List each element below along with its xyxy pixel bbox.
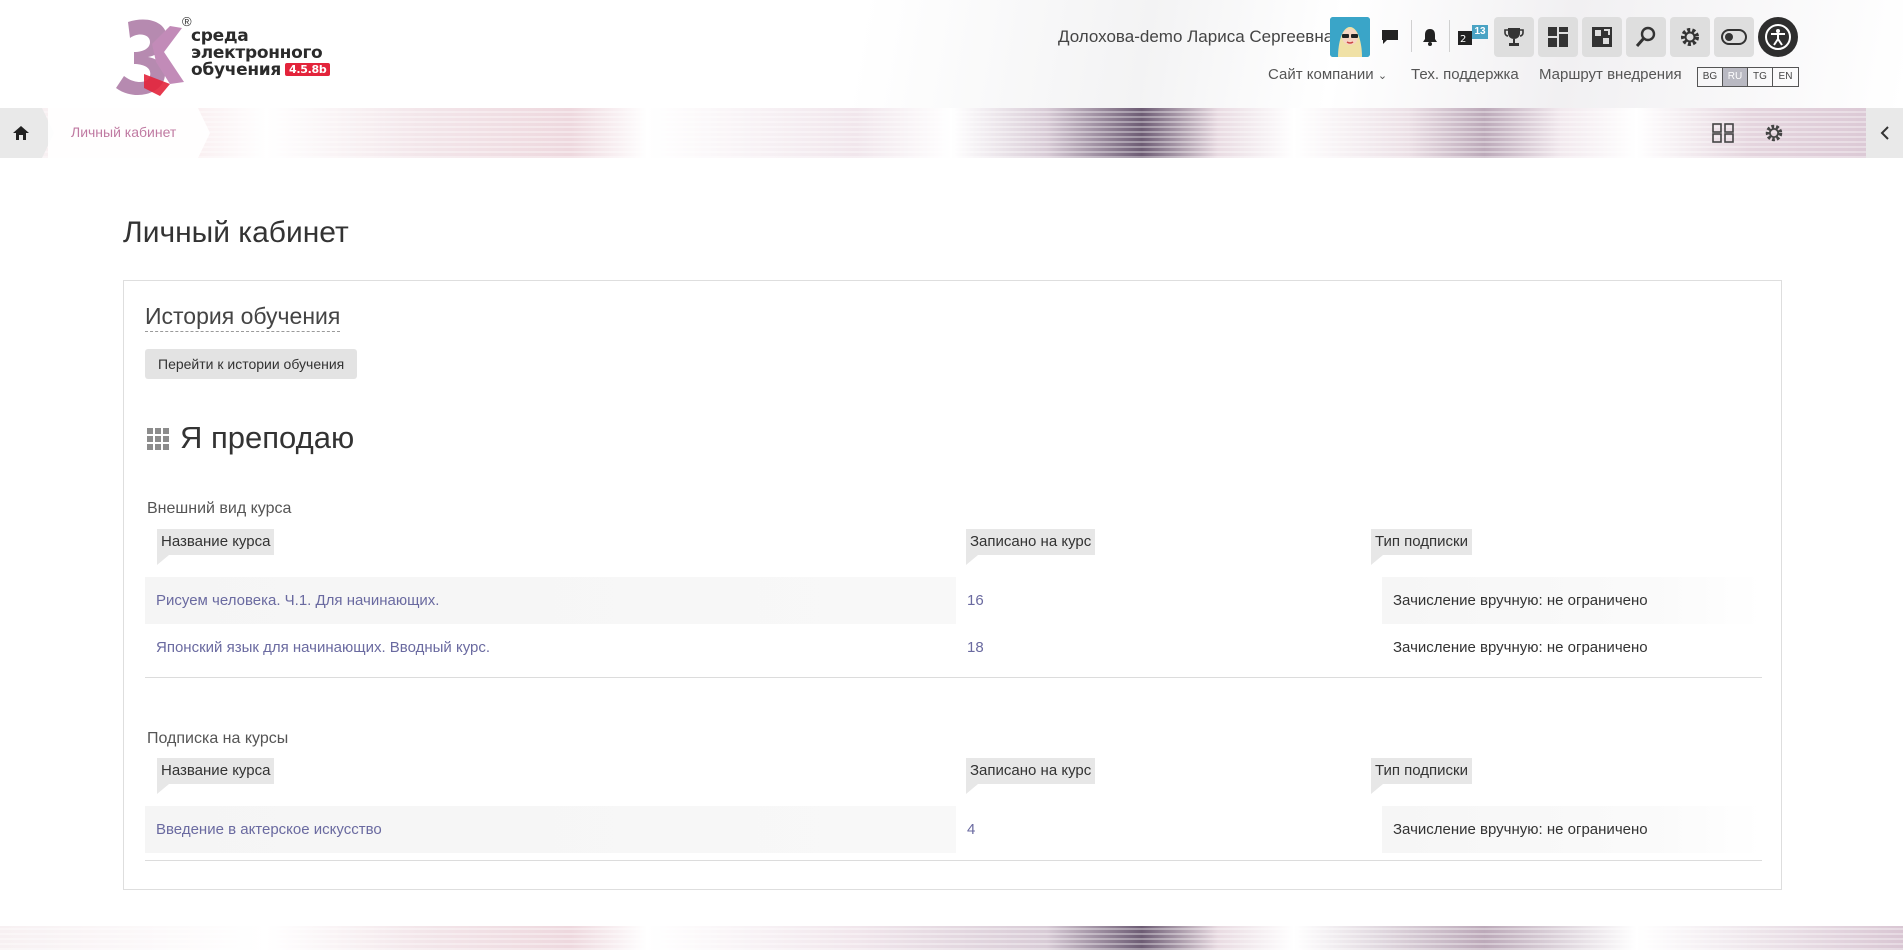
nav-company-site[interactable]: Сайт компании ⌄: [1268, 66, 1387, 83]
course-link[interactable]: Японский язык для начинающих. Вводный ку…: [145, 624, 956, 671]
lang-bg[interactable]: BG: [1698, 68, 1723, 86]
lang-ru[interactable]: RU: [1723, 68, 1748, 86]
toggle-icon: [1721, 29, 1747, 45]
bell-icon[interactable]: [1417, 24, 1443, 50]
nav-company-site-label: Сайт компании: [1268, 66, 1374, 83]
logo-line-3: обучения 4.5.8b: [191, 60, 331, 80]
column-header-course[interactable]: Название курса: [157, 529, 275, 565]
page-settings-button[interactable]: [1762, 121, 1786, 145]
user-name[interactable]: Долохова-demo Лариса Сергеевна: [1058, 27, 1333, 47]
gear-icon: [1681, 28, 1699, 46]
courses-icon: [1592, 27, 1612, 47]
trophy-icon: [1504, 28, 1524, 46]
breadcrumb: Личный кабинет: [0, 108, 1903, 158]
logo-text: среда электронного обучения 4.5.8b: [191, 28, 331, 80]
history-title[interactable]: История обучения: [145, 303, 341, 332]
subscription-type: Зачисление вручную: не ограничено: [1393, 639, 1648, 656]
page-title: Личный кабинет: [123, 216, 349, 249]
enrolled-count[interactable]: 18: [967, 624, 1362, 671]
achievements-button[interactable]: [1494, 17, 1534, 57]
footer-band: [0, 926, 1903, 950]
grid-icon: [147, 428, 169, 450]
avatar-image: [1330, 17, 1370, 57]
column-header-course[interactable]: Название курса: [157, 758, 275, 794]
course-link[interactable]: Рисуем человека. Ч.1. Для начинающих.: [145, 577, 956, 624]
version-badge: 4.5.8b: [285, 63, 331, 76]
theme-toggle[interactable]: [1714, 17, 1754, 57]
column-header-enrolled[interactable]: Записано на курс: [966, 758, 1096, 794]
logo[interactable]: ® среда электронного обучения 4.5.8b: [108, 14, 331, 96]
column-header-subscription[interactable]: Тип подписки: [1371, 758, 1473, 794]
go-to-history-button[interactable]: Перейти к истории обучения: [145, 349, 358, 379]
subscription-type: Зачисление вручную: не ограничено: [1382, 577, 1762, 624]
notification-badge: 13: [1472, 25, 1488, 39]
layout-icon: [1712, 123, 1734, 143]
block-label: Подписка на курсы: [147, 730, 289, 747]
lang-en[interactable]: EN: [1773, 68, 1798, 86]
table-divider: [145, 860, 1762, 861]
breadcrumb-current[interactable]: Личный кабинет: [71, 124, 176, 140]
column-header-enrolled[interactable]: Записано на курс: [966, 529, 1096, 565]
breadcrumb-arrow: [198, 108, 210, 158]
courses-button[interactable]: [1582, 17, 1622, 57]
block-label: Внешний вид курса: [147, 500, 292, 517]
column-header-subscription[interactable]: Тип подписки: [1371, 529, 1473, 565]
header-separator: [1411, 20, 1412, 52]
table-row: Рисуем человека. Ч.1. Для начинающих. 16…: [145, 577, 1762, 624]
subscription-type: Зачисление вручную: не ограничено: [1382, 806, 1762, 853]
table-row: Введение в актерское искусство 4 Зачисле…: [145, 806, 1762, 853]
enrolled-count[interactable]: 4: [967, 806, 1362, 853]
main-card: История обучения Перейти к истории обуче…: [123, 280, 1782, 890]
accessibility-button[interactable]: [1758, 17, 1798, 57]
settings-button[interactable]: [1670, 17, 1710, 57]
site-header: ® среда электронного обучения 4.5.8b Доло…: [0, 0, 1903, 108]
chevron-down-icon: ⌄: [1377, 70, 1388, 82]
block-view-button[interactable]: [1711, 121, 1735, 145]
enrolled-count[interactable]: 16: [967, 577, 1362, 624]
lang-tg[interactable]: TG: [1748, 68, 1773, 86]
logo-line-3-text: обучения: [191, 60, 282, 80]
table-row: Японский язык для начинающих. Вводный ку…: [145, 624, 1762, 671]
search-button[interactable]: [1626, 17, 1666, 57]
gear-icon: [1765, 124, 1783, 142]
nav-support[interactable]: Тех. поддержка: [1411, 66, 1519, 83]
header-separator: [1449, 20, 1450, 52]
search-icon: [1635, 26, 1656, 47]
table-divider: [145, 677, 1762, 678]
dashboard-button[interactable]: [1538, 17, 1578, 57]
accessibility-icon: [1765, 24, 1791, 50]
dashboard-icon: [1548, 27, 1568, 47]
drawer-toggle-button[interactable]: [1866, 108, 1903, 158]
teaching-title: Я преподаю: [180, 420, 355, 455]
chevron-left-icon: [1880, 126, 1889, 140]
home-button[interactable]: [0, 108, 42, 158]
language-switcher: BG RU TG EN: [1697, 67, 1799, 87]
avatar[interactable]: [1330, 17, 1370, 57]
home-icon: [13, 126, 29, 140]
messages-icon[interactable]: [1377, 24, 1403, 50]
course-link[interactable]: Введение в актерское искусство: [145, 806, 956, 853]
nav-roadmap[interactable]: Маршрут внедрения: [1539, 66, 1682, 83]
logo-icon: [116, 19, 184, 96]
svg-text:2: 2: [1460, 34, 1466, 45]
